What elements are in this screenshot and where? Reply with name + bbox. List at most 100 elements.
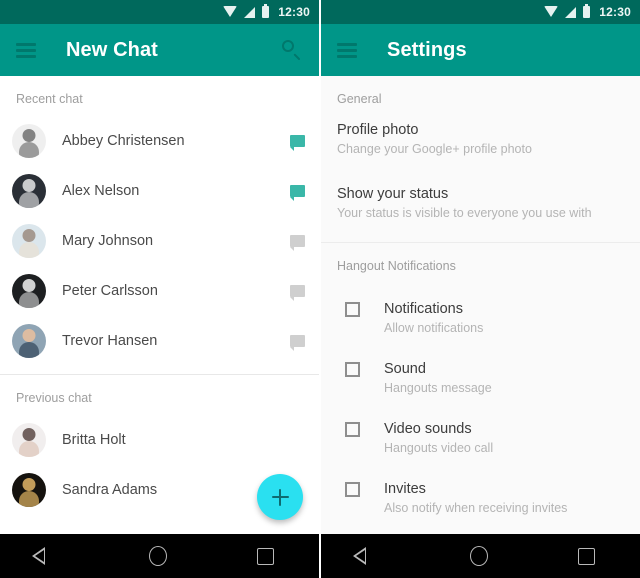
contact-name: Abbey Christensen bbox=[62, 133, 185, 149]
setting-title: Notifications bbox=[384, 301, 463, 317]
checkbox[interactable] bbox=[345, 362, 360, 377]
contact-name: Peter Carlsson bbox=[62, 283, 158, 299]
hamburger-bar bbox=[16, 54, 36, 58]
avatar-body bbox=[19, 242, 39, 258]
list-item[interactable]: Alex Nelson bbox=[0, 166, 319, 216]
hamburger-bar bbox=[16, 42, 36, 46]
list-item[interactable]: Mary Johnson bbox=[0, 216, 319, 266]
avatar bbox=[12, 324, 46, 358]
status-time: 12:30 bbox=[599, 5, 631, 19]
app-bar-new-chat: New Chat bbox=[0, 24, 319, 76]
chat-bubble-icon[interactable] bbox=[290, 285, 305, 301]
section-header-recent: Recent chat bbox=[16, 92, 83, 106]
setting-title: Sound bbox=[384, 361, 426, 377]
android-nav-bar-right bbox=[321, 534, 640, 578]
avatar-head bbox=[22, 279, 36, 292]
list-item[interactable]: Trevor Hansen bbox=[0, 316, 319, 366]
list-item[interactable]: Britta Holt bbox=[0, 415, 319, 465]
avatar-body bbox=[19, 342, 39, 358]
chat-bubble-icon[interactable] bbox=[290, 235, 305, 251]
setting-profile-photo[interactable]: Profile photo Change your Google+ profil… bbox=[321, 120, 640, 172]
plus-icon bbox=[271, 488, 289, 506]
hamburger-bar bbox=[16, 48, 36, 52]
setting-title: Video sounds bbox=[384, 421, 472, 437]
dual-screen-mockup: 12:30 New Chat Recent chat Abbey Christe… bbox=[0, 0, 640, 578]
list-item[interactable]: Abbey Christensen bbox=[0, 116, 319, 166]
page-title: New Chat bbox=[66, 38, 158, 61]
setting-text: Sound Hangouts message bbox=[384, 359, 492, 397]
avatar-head bbox=[22, 129, 36, 142]
avatar-body bbox=[19, 491, 39, 507]
avatar bbox=[12, 274, 46, 308]
recents-square-icon[interactable] bbox=[257, 547, 275, 565]
avatar-body bbox=[19, 292, 39, 308]
signal-icon bbox=[244, 6, 256, 18]
search-icon[interactable] bbox=[281, 39, 303, 61]
avatar-head bbox=[22, 179, 36, 192]
avatar-body bbox=[19, 441, 39, 457]
contact-name: Trevor Hansen bbox=[62, 333, 158, 349]
setting-subtitle: Hangouts message bbox=[384, 381, 492, 395]
hamburger-bar bbox=[337, 54, 357, 58]
setting-subtitle: Also notify when receiving invites bbox=[384, 501, 568, 515]
setting-subtitle: Allow notifications bbox=[384, 321, 484, 335]
setting-invites[interactable]: Invites Also notify when receiving invit… bbox=[321, 467, 640, 527]
setting-video-sounds[interactable]: Video sounds Hangouts video call bbox=[321, 407, 640, 467]
avatar-head bbox=[22, 428, 36, 441]
setting-text: Notifications Allow notifications bbox=[384, 299, 483, 337]
section-header-general: General bbox=[337, 92, 382, 106]
signal-icon bbox=[565, 6, 577, 18]
android-nav-bar-left bbox=[0, 534, 319, 578]
battery-icon bbox=[262, 4, 270, 18]
setting-subtitle: Hangouts video call bbox=[384, 441, 494, 455]
contact-name: Alex Nelson bbox=[62, 183, 140, 199]
checkbox[interactable] bbox=[345, 302, 360, 317]
setting-text: Video sounds Hangouts video call bbox=[384, 419, 493, 457]
page-title: Settings bbox=[387, 38, 467, 61]
back-triangle-icon[interactable] bbox=[352, 546, 381, 566]
contact-name: Britta Holt bbox=[62, 432, 126, 448]
new-chat-fab[interactable] bbox=[257, 474, 303, 520]
home-circle-icon[interactable] bbox=[470, 546, 489, 566]
avatar bbox=[12, 423, 46, 457]
chat-bubble-icon[interactable] bbox=[290, 135, 305, 151]
wifi-icon bbox=[544, 6, 559, 17]
checkbox[interactable] bbox=[345, 422, 360, 437]
chat-bubble-icon[interactable] bbox=[290, 185, 305, 201]
app-bar-settings: Settings bbox=[321, 24, 640, 76]
avatar bbox=[12, 473, 46, 507]
settings-content: General Profile photo Change your Google… bbox=[321, 76, 640, 534]
avatar bbox=[12, 224, 46, 258]
chat-list-content: Recent chat Abbey Christensen Alex Nelso… bbox=[0, 76, 319, 534]
avatar bbox=[12, 124, 46, 158]
status-bar-right: 12:30 bbox=[321, 0, 640, 24]
setting-title: Profile photo bbox=[337, 122, 419, 138]
contact-name: Mary Johnson bbox=[62, 233, 154, 249]
chat-bubble-icon[interactable] bbox=[290, 335, 305, 351]
back-triangle-icon[interactable] bbox=[31, 546, 60, 566]
status-bar-left: 12:30 bbox=[0, 0, 319, 24]
hamburger-menu-icon[interactable] bbox=[337, 42, 357, 58]
hamburger-menu-icon[interactable] bbox=[16, 42, 36, 58]
avatar-head bbox=[22, 329, 36, 342]
status-icons: 12:30 bbox=[544, 4, 631, 19]
setting-notifications[interactable]: Notifications Allow notifications bbox=[321, 287, 640, 347]
avatar bbox=[12, 174, 46, 208]
status-icons: 12:30 bbox=[223, 4, 310, 19]
setting-subtitle: Change your Google+ profile photo bbox=[337, 142, 532, 156]
setting-title: Show your status bbox=[337, 186, 449, 202]
home-circle-icon[interactable] bbox=[149, 546, 168, 566]
avatar-head bbox=[22, 229, 36, 242]
avatar-body bbox=[19, 192, 39, 208]
setting-show-status[interactable]: Show your status Your status is visible … bbox=[321, 172, 640, 236]
recents-square-icon[interactable] bbox=[578, 547, 596, 565]
setting-title: Invites bbox=[384, 481, 426, 497]
list-item[interactable]: Peter Carlsson bbox=[0, 266, 319, 316]
wifi-icon bbox=[223, 6, 238, 17]
section-header-previous: Previous chat bbox=[16, 391, 92, 405]
section-header-hangout-notifications: Hangout Notifications bbox=[337, 259, 456, 273]
setting-text: Invites Also notify when receiving invit… bbox=[384, 479, 567, 517]
checkbox[interactable] bbox=[345, 482, 360, 497]
setting-sound[interactable]: Sound Hangouts message bbox=[321, 347, 640, 407]
hamburger-bar bbox=[337, 42, 357, 46]
